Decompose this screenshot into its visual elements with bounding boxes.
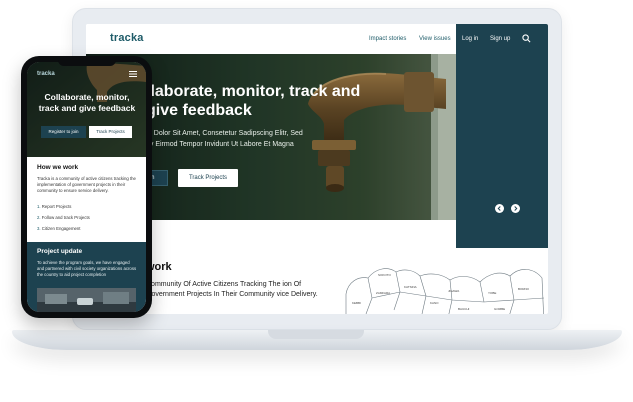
hamburger-menu-icon[interactable] — [129, 71, 137, 77]
step-label: Report Projects — [41, 204, 72, 209]
step-label: Citizen Engagement — [41, 226, 81, 231]
phone-screen: tracka Collaborate, monitor, track and g… — [27, 62, 146, 312]
search-icon[interactable] — [522, 34, 531, 43]
step-item: 1. Report Projects — [37, 204, 71, 209]
nav-dark-panel: Log in Sign up — [456, 24, 548, 248]
hero-title: llaborate, monitor, track and give feedb… — [146, 83, 361, 119]
step-number: 1. — [37, 204, 41, 209]
step-number: 3. — [37, 226, 41, 231]
project-update-text: To achieve the program goals, we have en… — [37, 260, 137, 277]
phone-hero: tracka Collaborate, monitor, track and g… — [27, 62, 146, 157]
step-label: Follow and track Projects — [41, 215, 90, 220]
nav-view-issues[interactable]: View issues — [419, 36, 451, 42]
phone-how-we-work-title: How we work — [37, 164, 79, 171]
project-update-image — [37, 288, 136, 312]
map-label: YOBE — [488, 291, 496, 295]
map-label: GOMBE — [494, 307, 505, 311]
how-we-work-text: Community Of Active Citizens Tracking Th… — [146, 281, 318, 298]
map-label: SOKOTO — [378, 273, 391, 277]
site-logo[interactable]: tracka — [110, 32, 144, 44]
phone-track-projects-button[interactable]: Track Projects — [89, 126, 132, 138]
carousel-next-button[interactable] — [511, 204, 520, 213]
nigeria-map: SOKOTO KATSINA JIGAWA YOBE BORNO KEBBI Z… — [345, 268, 545, 314]
phone-hero-title: Collaborate, monitor, track and give fee… — [38, 92, 136, 113]
map-label: KANO — [430, 301, 439, 305]
step-item: 3. Citizen Engagement — [37, 226, 81, 231]
track-projects-button[interactable]: Track Projects — [178, 169, 238, 187]
street-photo — [37, 288, 136, 312]
register-to-join-button[interactable]: Register to join — [41, 126, 86, 138]
map-label: ZAMFARA — [376, 291, 390, 295]
project-update-title: Project update — [37, 248, 83, 255]
phone-logo[interactable]: tracka — [37, 71, 55, 77]
phone-how-we-work-text: Tracka is a community of active citizens… — [37, 176, 136, 193]
map-label: KEBBI — [352, 301, 361, 305]
phone-notch — [58, 60, 116, 66]
project-update-section: Project update To achieve the program go… — [27, 242, 146, 312]
chevron-left-icon — [497, 206, 501, 211]
map-label: BAUCHI — [458, 307, 470, 311]
nav-log-in[interactable]: Log in — [462, 36, 478, 42]
chevron-right-icon — [514, 206, 518, 211]
laptop-screen: tracka Impact stories View issues llabor… — [86, 24, 548, 314]
nav-impact-stories[interactable]: Impact stories — [369, 36, 406, 42]
laptop-notch — [268, 330, 364, 339]
map-label: KATSINA — [404, 285, 417, 289]
step-number: 2. — [37, 215, 41, 220]
nav-sign-up[interactable]: Sign up — [490, 36, 510, 42]
step-item: 2. Follow and track Projects — [37, 215, 90, 220]
carousel-prev-button[interactable] — [495, 204, 504, 213]
map-label: JIGAWA — [448, 289, 459, 293]
hero-subtitle: m Dolor Sit Amet, Consetetur Sadipscing … — [146, 130, 303, 148]
device-mockup: tracka Impact stories View issues llabor… — [0, 0, 633, 402]
map-label: BORNO — [518, 287, 530, 291]
